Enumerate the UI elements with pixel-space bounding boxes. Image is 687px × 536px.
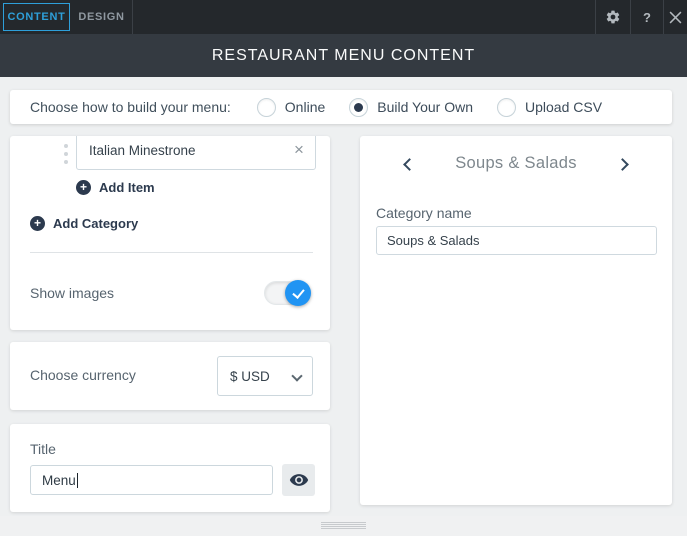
title-input-value: Menu [42, 472, 76, 488]
tab-design[interactable]: DESIGN [71, 0, 133, 34]
currency-selected-value: $ USD [230, 368, 270, 384]
gear-icon [605, 9, 621, 25]
category-name-input[interactable] [376, 226, 657, 255]
menu-builder-card: × + Add Item + Add Category Show images [10, 136, 330, 330]
currency-card: Choose currency $ USD [10, 342, 330, 410]
plus-icon: + [30, 216, 45, 231]
category-panel-card: Soups & Salads Category name [360, 136, 672, 505]
drag-handle-icon[interactable] [64, 144, 68, 168]
preview-title-button[interactable] [282, 464, 315, 496]
eye-icon [289, 470, 309, 490]
title-label: Title [30, 441, 56, 457]
build-mode-bar: Choose how to build your menu: Online Bu… [10, 90, 672, 124]
radio-option-online[interactable]: Online [256, 97, 325, 117]
radio-icon [256, 97, 276, 117]
radio-icon [497, 97, 516, 117]
clear-item-icon[interactable]: × [291, 141, 307, 159]
add-category-button[interactable]: + Add Category [30, 216, 138, 231]
text-caret [76, 472, 78, 488]
top-tab-bar: CONTENT DESIGN ? [0, 0, 687, 34]
chevron-down-icon [291, 370, 303, 382]
title-input[interactable]: Menu [30, 465, 273, 495]
radio-option-build-your-own[interactable]: Build Your Own [349, 97, 473, 117]
item-name-input[interactable] [76, 136, 316, 170]
category-name-label: Category name [376, 205, 472, 221]
radio-selected-icon [349, 97, 369, 117]
close-icon [669, 11, 682, 24]
title-card: Title Menu [10, 424, 330, 512]
check-icon [291, 285, 305, 299]
question-mark-icon: ? [643, 9, 651, 25]
settings-button[interactable] [595, 0, 630, 34]
close-button[interactable] [663, 0, 687, 34]
currency-label: Choose currency [30, 367, 136, 383]
resize-grip[interactable] [321, 522, 366, 530]
show-images-label: Show images [30, 285, 115, 301]
toggle-knob [285, 280, 311, 306]
help-button[interactable]: ? [630, 0, 663, 34]
widget-title: RESTAURANT MENU CONTENT [211, 46, 476, 64]
show-images-toggle[interactable] [264, 280, 311, 306]
widget-editor-window: CONTENT DESIGN ? RESTAURANT MENU CONTENT… [0, 0, 687, 536]
plus-icon: + [76, 180, 91, 195]
tab-content[interactable]: CONTENT [3, 3, 70, 31]
divider [30, 252, 313, 253]
build-mode-label: Choose how to build your menu: [30, 99, 231, 115]
add-item-button[interactable]: + Add Item [76, 180, 155, 195]
radio-option-upload-csv[interactable]: Upload CSV [497, 97, 602, 117]
currency-select[interactable]: $ USD [217, 356, 313, 396]
widget-header: RESTAURANT MENU CONTENT [0, 34, 687, 77]
